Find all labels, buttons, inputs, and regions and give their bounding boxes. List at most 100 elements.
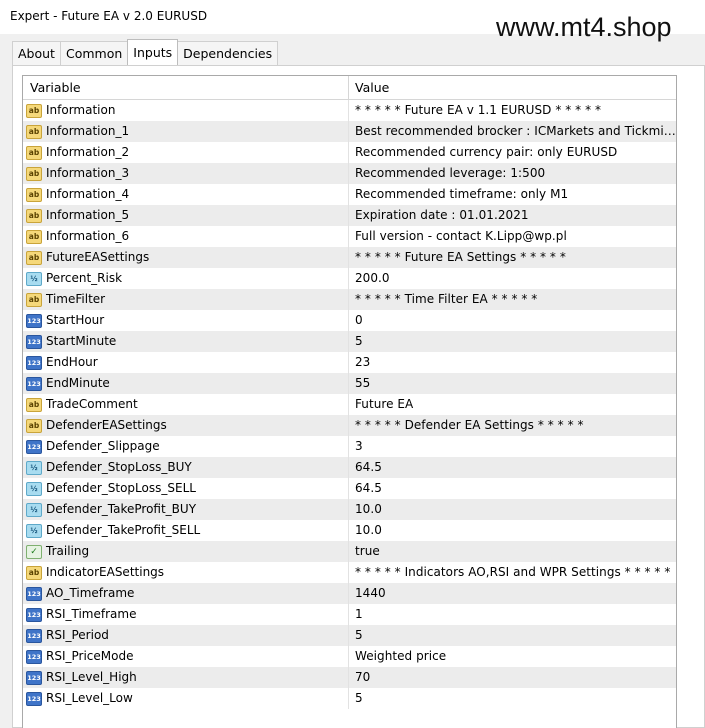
table-row[interactable]: ab Information_1 Best recommended brocker …: [23, 121, 676, 142]
integer-type-icon: 123: [26, 586, 42, 601]
value-cell[interactable]: Future EA: [349, 394, 676, 415]
table-row[interactable]: ab IndicatorEASettings * * * * * Indicator…: [23, 562, 676, 583]
value-cell[interactable]: 64.5: [349, 478, 676, 499]
table-row[interactable]: ½ Defender_StopLoss_SELL 64.5: [23, 478, 676, 499]
table-row[interactable]: 123 EndMinute 55: [23, 373, 676, 394]
variable-cell: ab TimeFilter: [23, 289, 349, 310]
value-cell[interactable]: 64.5: [349, 457, 676, 478]
table-row[interactable]: ab TradeComment Future EA: [23, 394, 676, 415]
table-row[interactable]: 123 RSI_PriceMode Weighted price: [23, 646, 676, 667]
value-cell[interactable]: 5: [349, 688, 676, 709]
variable-name: Defender_TakeProfit_BUY: [46, 502, 197, 516]
value-cell[interactable]: Recommended leverage: 1:500: [349, 163, 676, 184]
table-row[interactable]: 123 EndHour 23: [23, 352, 676, 373]
tab-dependencies[interactable]: Dependencies: [177, 41, 279, 65]
table-row[interactable]: 123 RSI_Timeframe 1: [23, 604, 676, 625]
bool-type-icon: ✓: [26, 544, 42, 559]
table-row[interactable]: ab DefenderEASettings * * * * * Defender E…: [23, 415, 676, 436]
variable-cell: ab Information_3: [23, 163, 349, 184]
integer-type-icon: 123: [26, 439, 42, 454]
variable-name: TimeFilter: [46, 292, 106, 306]
integer-type-icon: 123: [26, 313, 42, 328]
variable-cell: ab DefenderEASettings: [23, 415, 349, 436]
integer-type-icon: 123: [26, 376, 42, 391]
variable-cell: ½ Defender_TakeProfit_SELL: [23, 520, 349, 541]
double-type-icon: ½: [26, 481, 42, 496]
table-row[interactable]: ½ Defender_StopLoss_BUY 64.5: [23, 457, 676, 478]
variable-cell: 123 EndHour: [23, 352, 349, 373]
variable-cell: ab IndicatorEASettings: [23, 562, 349, 583]
value-cell[interactable]: 200.0: [349, 268, 676, 289]
table-row[interactable]: ab Information * * * * * Future EA v 1.1 E…: [23, 100, 676, 121]
variable-name: Information_2: [46, 145, 130, 159]
variable-name: Information_5: [46, 208, 130, 222]
table-row[interactable]: ✓ Trailing true: [23, 541, 676, 562]
value-cell[interactable]: 23: [349, 352, 676, 373]
table-row[interactable]: ab FutureEASettings * * * * * Future EA Se…: [23, 247, 676, 268]
tab-inputs[interactable]: Inputs: [127, 39, 179, 65]
value-cell[interactable]: 0: [349, 310, 676, 331]
value-cell[interactable]: 5: [349, 331, 676, 352]
column-header-value[interactable]: Value: [349, 76, 389, 99]
variable-name: Percent_Risk: [46, 271, 123, 285]
value-cell[interactable]: Recommended currency pair: only EURUSD: [349, 142, 676, 163]
variable-cell: ½ Defender_StopLoss_BUY: [23, 457, 349, 478]
value-cell[interactable]: 1: [349, 604, 676, 625]
column-header-variable[interactable]: Variable: [23, 76, 349, 99]
variable-name: StartMinute: [46, 334, 117, 348]
table-row[interactable]: ab Information_4 Recommended timeframe: on…: [23, 184, 676, 205]
table-row[interactable]: ab Information_5 Expiration date : 01.01.2…: [23, 205, 676, 226]
value-cell[interactable]: 1440: [349, 583, 676, 604]
value-cell[interactable]: * * * * * Future EA Settings * * * * *: [349, 247, 676, 268]
value-cell[interactable]: Full version - contact K.Lipp@wp.pl: [349, 226, 676, 247]
table-row[interactable]: 123 RSI_Period 5: [23, 625, 676, 646]
table-row[interactable]: ab TimeFilter * * * * * Time Filter EA * *…: [23, 289, 676, 310]
table-row[interactable]: 123 AO_Timeframe 1440: [23, 583, 676, 604]
table-row[interactable]: 123 Defender_Slippage 3: [23, 436, 676, 457]
table-row[interactable]: 123 RSI_Level_Low 5: [23, 688, 676, 709]
variable-name: Information_3: [46, 166, 130, 180]
variable-name: RSI_Timeframe: [46, 607, 137, 621]
variable-cell: 123 RSI_Period: [23, 625, 349, 646]
table-row[interactable]: ½ Percent_Risk 200.0: [23, 268, 676, 289]
variable-cell: ab Information_1: [23, 121, 349, 142]
value-cell[interactable]: * * * * * Time Filter EA * * * * *: [349, 289, 676, 310]
double-type-icon: ½: [26, 460, 42, 475]
tab-about[interactable]: About: [12, 41, 61, 65]
table-row[interactable]: 123 StartHour 0: [23, 310, 676, 331]
value-cell[interactable]: 5: [349, 625, 676, 646]
value-cell[interactable]: * * * * * Indicators AO,RSI and WPR Sett…: [349, 562, 676, 583]
value-cell[interactable]: Weighted price: [349, 646, 676, 667]
value-cell[interactable]: 10.0: [349, 499, 676, 520]
variable-name: StartHour: [46, 313, 105, 327]
variable-name: Information_6: [46, 229, 130, 243]
table-row[interactable]: ab Information_3 Recommended leverage: 1:5…: [23, 163, 676, 184]
integer-type-icon: 123: [26, 670, 42, 685]
value-cell[interactable]: Recommended timeframe: only M1: [349, 184, 676, 205]
value-cell[interactable]: 3: [349, 436, 676, 457]
variable-cell: ab TradeComment: [23, 394, 349, 415]
table-row[interactable]: ½ Defender_TakeProfit_SELL 10.0: [23, 520, 676, 541]
table-row[interactable]: ½ Defender_TakeProfit_BUY 10.0: [23, 499, 676, 520]
table-row[interactable]: 123 RSI_Level_High 70: [23, 667, 676, 688]
integer-type-icon: 123: [26, 607, 42, 622]
value-cell[interactable]: 70: [349, 667, 676, 688]
value-cell[interactable]: 10.0: [349, 520, 676, 541]
table-row[interactable]: ab Information_6 Full version - contact K.…: [23, 226, 676, 247]
value-cell[interactable]: * * * * * Defender EA Settings * * * * *: [349, 415, 676, 436]
value-cell[interactable]: 55: [349, 373, 676, 394]
variable-name: EndHour: [46, 355, 98, 369]
value-cell[interactable]: true: [349, 541, 676, 562]
variable-name: Information_1: [46, 124, 130, 138]
variable-name: Information_4: [46, 187, 130, 201]
value-cell[interactable]: Expiration date : 01.01.2021: [349, 205, 676, 226]
variable-cell: ½ Defender_StopLoss_SELL: [23, 478, 349, 499]
value-cell[interactable]: Best recommended brocker : ICMarkets and…: [349, 121, 676, 142]
variable-name: RSI_Period: [46, 628, 109, 642]
table-row[interactable]: ab Information_2 Recommended currency pair…: [23, 142, 676, 163]
tab-common[interactable]: Common: [59, 41, 129, 65]
string-type-icon: ab: [26, 166, 42, 181]
table-row[interactable]: 123 StartMinute 5: [23, 331, 676, 352]
variable-name: AO_Timeframe: [46, 586, 135, 600]
value-cell[interactable]: * * * * * Future EA v 1.1 EURUSD * * * *…: [349, 100, 676, 121]
